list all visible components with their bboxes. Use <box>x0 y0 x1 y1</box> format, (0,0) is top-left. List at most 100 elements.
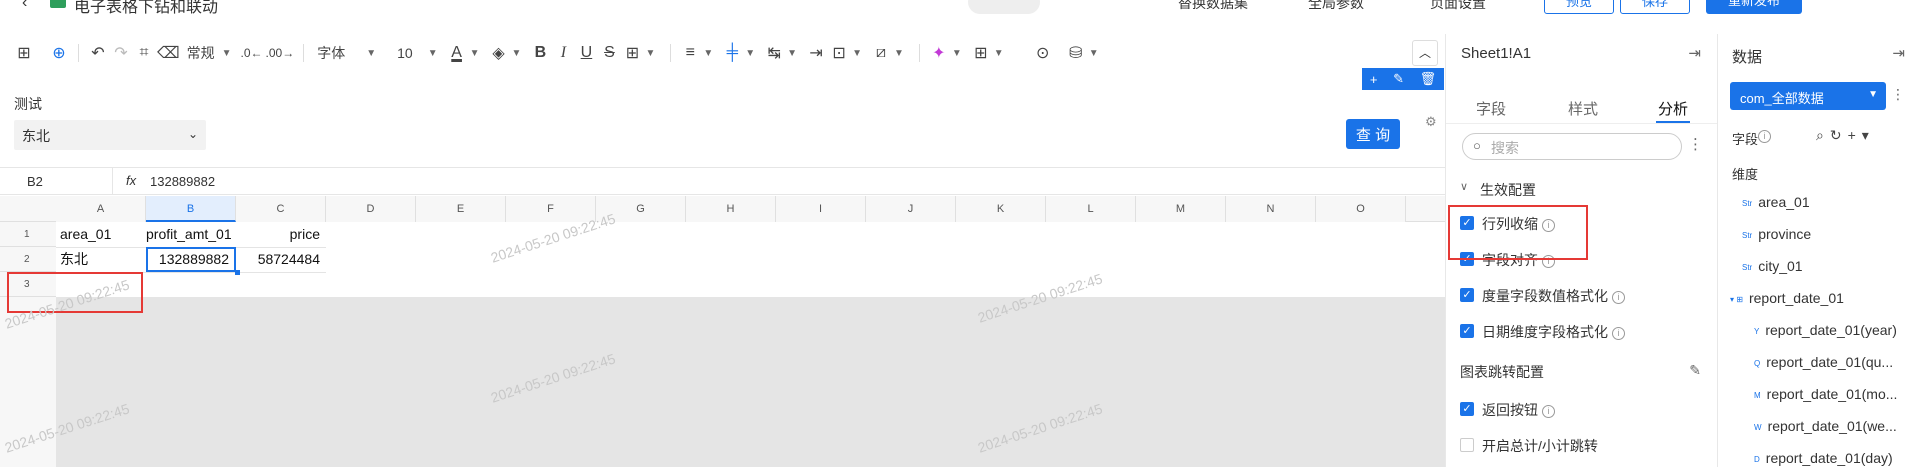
checkbox[interactable]: ✓ <box>1460 288 1474 302</box>
column-header[interactable]: D <box>326 196 416 222</box>
font-family-select[interactable]: 字体 <box>313 43 349 63</box>
cell-b2-selected[interactable]: 132889882 <box>146 247 236 272</box>
column-header[interactable]: J <box>866 196 956 222</box>
cell-a1[interactable]: area_01 <box>60 222 111 247</box>
preview-button[interactable]: 预览 <box>1544 0 1614 14</box>
field-actions[interactable]: ⌕↻+▾ <box>1816 127 1875 144</box>
settings-icon[interactable]: ⚙ <box>1425 114 1437 130</box>
more-vertical-icon[interactable]: ⋮ <box>1688 135 1703 153</box>
field-item[interactable]: Str area_01 <box>1742 194 1810 210</box>
border-icon[interactable]: ⊞ <box>622 40 642 66</box>
chevron-down-icon[interactable]: ▼ <box>852 48 862 59</box>
italic-icon[interactable]: I <box>553 40 573 66</box>
row-header[interactable]: 2 <box>0 247 56 272</box>
tab-analysis[interactable]: 分析 <box>1658 98 1688 119</box>
chevron-down-icon[interactable]: ▼ <box>222 48 232 59</box>
fill-handle[interactable] <box>235 270 240 275</box>
field-item[interactable]: Mreport_date_01(mo... <box>1754 386 1897 402</box>
field-item[interactable]: Yreport_date_01(year) <box>1754 322 1897 338</box>
strikethrough-icon[interactable]: S <box>599 40 619 66</box>
save-button[interactable]: 保存 <box>1620 0 1690 14</box>
text-direction-icon[interactable]: ↹ <box>764 40 784 66</box>
chevron-down-icon[interactable]: ▼ <box>366 48 376 59</box>
column-header[interactable]: F <box>506 196 596 222</box>
align-icon[interactable]: ≡ <box>680 40 700 66</box>
field-item[interactable]: ▾ ⊞ report_date_01 <box>1730 290 1844 306</box>
tab-fields[interactable]: 字段 <box>1476 98 1506 119</box>
edit-icon[interactable]: ✎ <box>1393 71 1404 87</box>
republish-button[interactable]: 重新发布 <box>1706 0 1802 14</box>
decrease-decimal-icon[interactable]: .0← <box>241 40 263 66</box>
back-icon[interactable]: ‹ <box>22 0 27 12</box>
format-painter-icon[interactable]: ⌗ <box>134 40 154 66</box>
replace-data-button[interactable]: 替换数据集 <box>1178 0 1248 13</box>
add-circle-icon[interactable]: ⊕ <box>49 40 69 66</box>
field-item[interactable]: Str province <box>1742 226 1811 242</box>
add-icon[interactable]: + <box>1370 72 1378 87</box>
chevron-down-icon[interactable]: ▼ <box>787 48 797 59</box>
chevron-down-icon[interactable]: ▼ <box>428 48 438 59</box>
apps-icon[interactable]: ⊞ <box>14 40 34 66</box>
chevron-down-icon[interactable]: ▼ <box>745 48 755 59</box>
checkbox[interactable]: ✓ <box>1460 402 1474 416</box>
row-header[interactable]: 1 <box>0 222 56 247</box>
cell-c2[interactable]: 58724484 <box>236 247 324 272</box>
cell-c1[interactable]: price <box>236 222 324 247</box>
more-vertical-icon[interactable]: ⋮ <box>1891 86 1905 103</box>
field-item[interactable]: Wreport_date_01(we... <box>1754 418 1897 434</box>
column-header[interactable]: E <box>416 196 506 222</box>
font-color-icon[interactable]: A <box>447 40 467 66</box>
device-toggle[interactable] <box>968 0 1040 14</box>
cell-reference[interactable]: B2 <box>27 174 43 189</box>
undo-icon[interactable]: ↶ <box>88 40 108 66</box>
database-icon[interactable]: ⛁ <box>1066 40 1086 66</box>
chevron-down-icon[interactable]: ▼ <box>894 48 904 59</box>
tab-style[interactable]: 样式 <box>1568 98 1598 119</box>
column-header[interactable]: K <box>956 196 1046 222</box>
checkbox[interactable] <box>1460 438 1474 452</box>
eraser-icon[interactable]: ⌫ <box>157 40 180 66</box>
global-params-button[interactable]: 全局参数 <box>1308 0 1364 13</box>
column-header[interactable]: A <box>56 196 146 222</box>
filter-select[interactable]: 东北 ⌄ <box>14 120 206 150</box>
cell-b1[interactable]: profit_amt_01 <box>146 222 234 247</box>
query-button[interactable]: 查 询 <box>1346 119 1400 149</box>
collapse-toolbar-button[interactable]: ︿ <box>1412 40 1438 66</box>
column-header[interactable]: L <box>1046 196 1136 222</box>
vertical-align-icon[interactable]: ╪ <box>722 40 742 66</box>
column-header[interactable]: O <box>1316 196 1406 222</box>
collapse-panel-icon[interactable]: ⇥ <box>1892 44 1905 62</box>
column-header[interactable]: G <box>596 196 686 222</box>
chevron-down-icon[interactable]: ▼ <box>703 48 713 59</box>
diagonal-border-icon[interactable]: ⧄ <box>871 40 891 66</box>
bold-icon[interactable]: B <box>530 40 550 66</box>
column-header[interactable]: B <box>146 196 236 222</box>
merge-cells-icon[interactable]: ⊡ <box>829 40 849 66</box>
formula-input[interactable]: 132889882 <box>150 174 215 189</box>
redo-icon[interactable]: ↷ <box>111 40 131 66</box>
chevron-down-icon[interactable]: ▼ <box>1089 48 1099 59</box>
chevron-down-icon[interactable]: ▼ <box>952 48 962 59</box>
font-size-select[interactable]: 10 <box>393 45 417 61</box>
number-format-select[interactable]: 常规 <box>183 43 219 63</box>
widgets-icon[interactable]: ⊞ <box>971 40 991 66</box>
chevron-down-icon[interactable]: ▼ <box>994 48 1004 59</box>
indent-icon[interactable]: ⇥ <box>806 40 826 66</box>
field-item[interactable]: Dreport_date_01(day) <box>1754 450 1893 466</box>
fill-color-icon[interactable]: ◈ <box>489 40 509 66</box>
dataset-select[interactable]: com_全部数据 ▼ <box>1730 82 1886 110</box>
more-icon[interactable]: ⊙ <box>1033 40 1053 66</box>
field-item[interactable]: Str city_01 <box>1742 258 1803 274</box>
search-input[interactable]: ○ 搜索 <box>1462 133 1682 160</box>
conditional-format-icon[interactable]: ✦ <box>929 40 949 66</box>
column-header[interactable]: I <box>776 196 866 222</box>
column-header[interactable]: H <box>686 196 776 222</box>
field-item[interactable]: Qreport_date_01(qu... <box>1754 354 1893 370</box>
column-header[interactable]: C <box>236 196 326 222</box>
collapse-panel-icon[interactable]: ⇥ <box>1688 44 1701 62</box>
chevron-down-icon[interactable]: ∨ <box>1460 180 1468 193</box>
edit-icon[interactable]: ✎ <box>1689 362 1701 379</box>
page-settings-button[interactable]: 页面设置 <box>1430 0 1486 13</box>
column-header[interactable]: N <box>1226 196 1316 222</box>
checkbox[interactable]: ✓ <box>1460 324 1474 338</box>
